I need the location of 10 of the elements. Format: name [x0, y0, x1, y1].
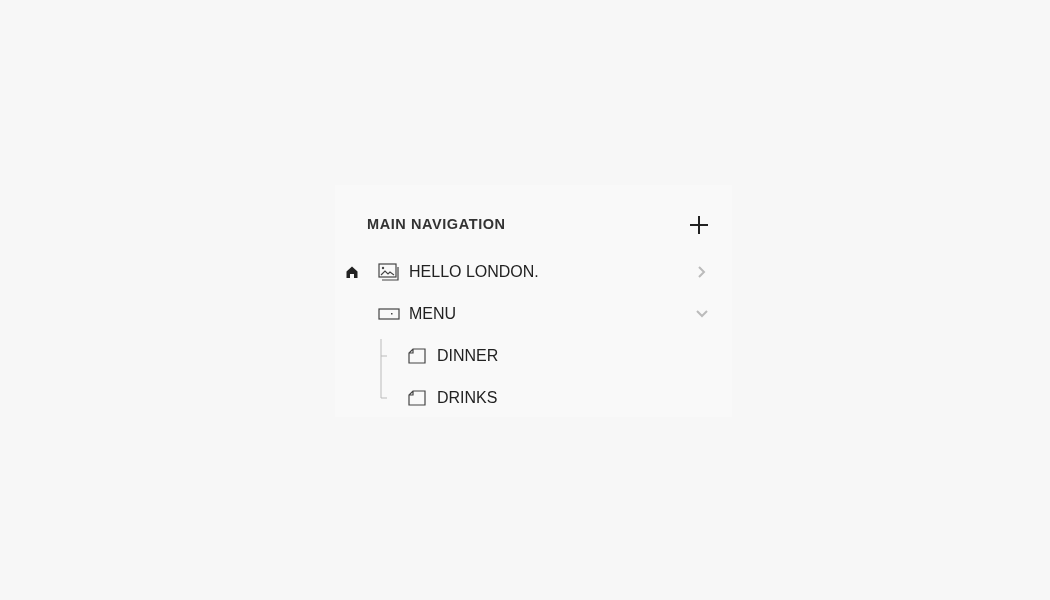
- page-icon: [408, 348, 426, 364]
- page-icon: [408, 390, 426, 406]
- panel-title: MAIN NAVIGATION: [367, 215, 506, 235]
- drawer-icon: [378, 308, 400, 320]
- image-icon: [378, 263, 400, 281]
- nav-item-link[interactable]: DINNER: [437, 344, 499, 368]
- nav-item-link[interactable]: MENU: [409, 302, 694, 326]
- add-button[interactable]: [688, 214, 710, 236]
- nav-item-link[interactable]: HELLO LONDON.: [409, 260, 694, 284]
- nav-item-link[interactable]: DRINKS: [437, 386, 498, 410]
